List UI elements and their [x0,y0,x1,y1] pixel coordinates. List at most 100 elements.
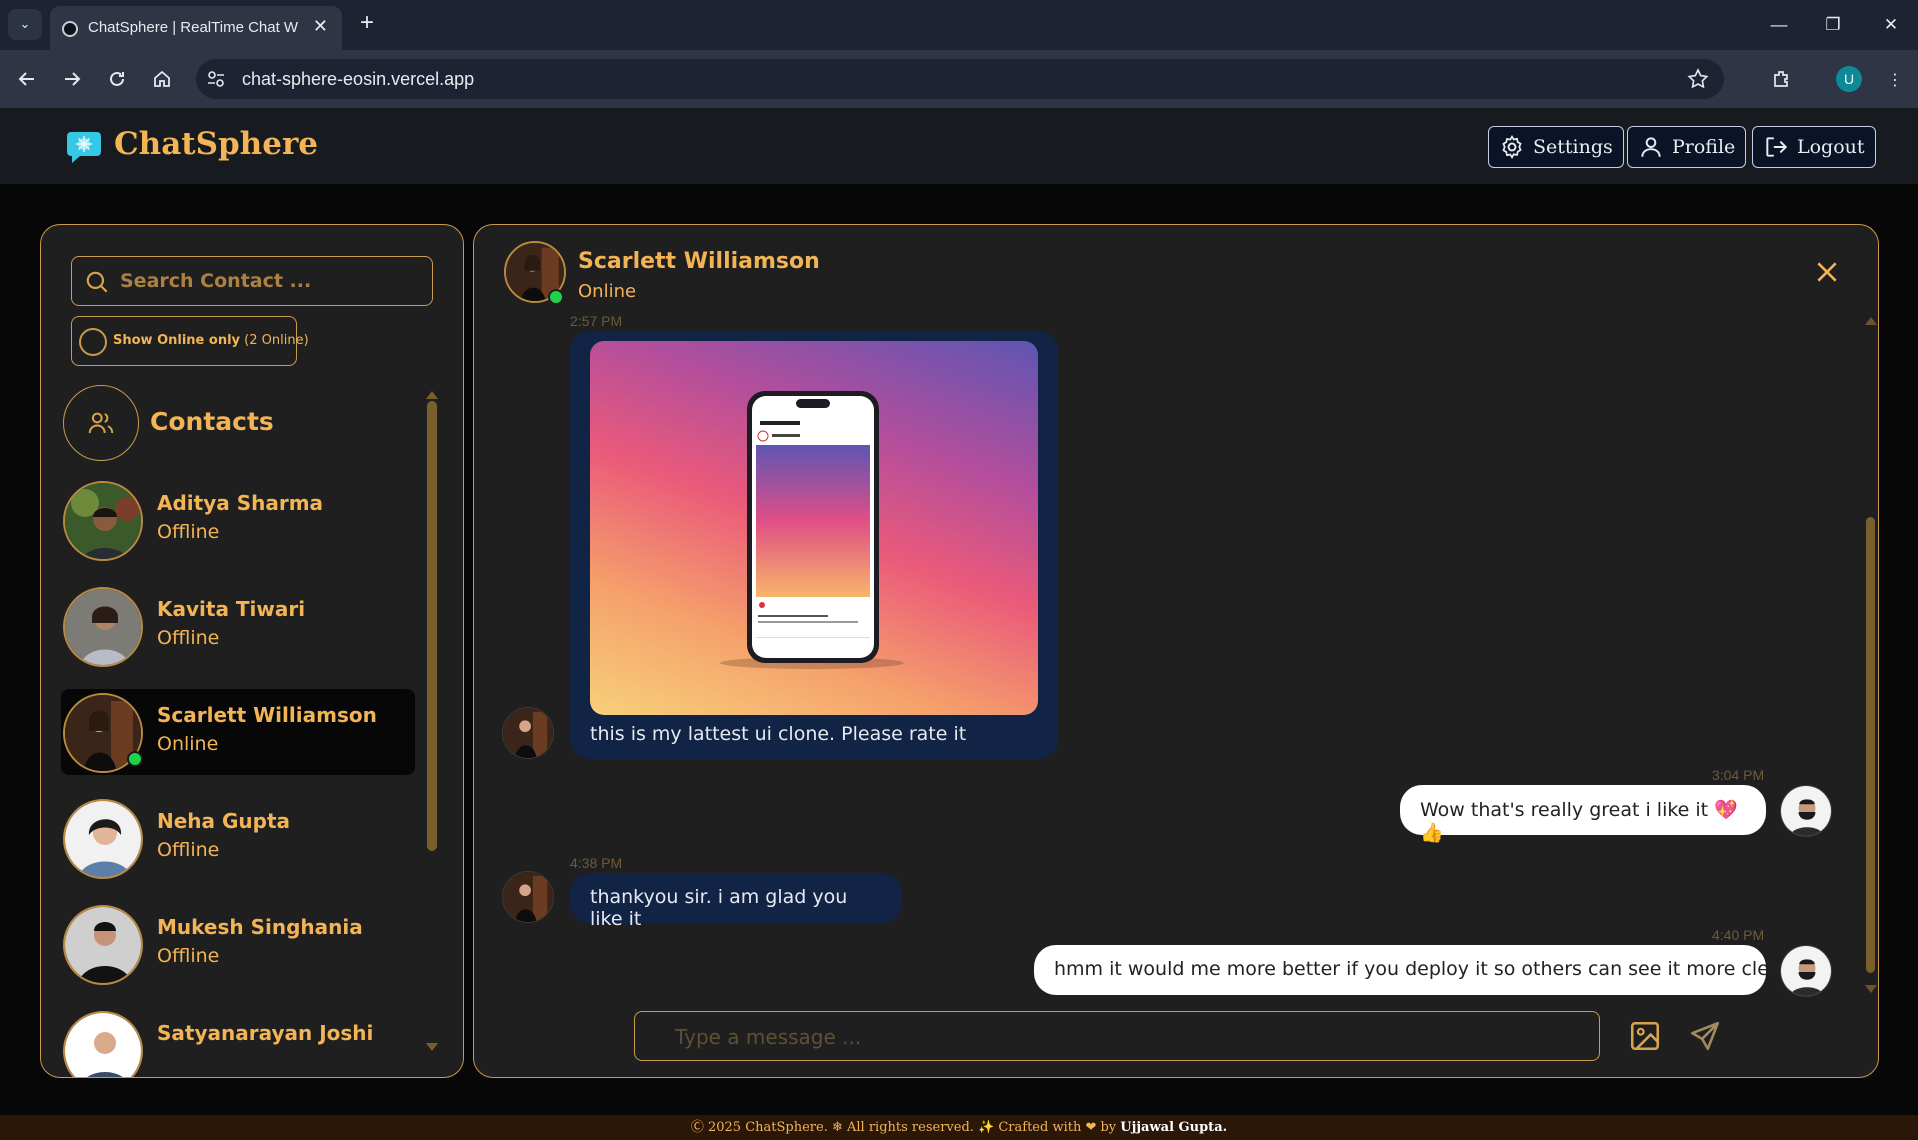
my-avatar [1780,785,1832,837]
logout-button[interactable]: Logout [1752,126,1876,168]
gear-icon [1502,135,1522,159]
online-indicator [127,751,143,767]
browser-tab-strip: ⌄ ChatSphere | RealTime Chat With ✕ + — … [0,0,1918,50]
scroll-up-icon[interactable] [426,391,438,399]
forward-icon[interactable] [57,64,87,94]
url-text: chat-sphere-eosin.vercel.app [242,69,475,89]
contact-name: Aditya Sharma [157,491,324,515]
avatar [63,905,143,985]
sidebar-scrollbar[interactable] [427,401,437,851]
chat-panel: Scarlett Williamson Online 2:57 PM this … [473,224,1879,1078]
contacts-title: Contacts [150,407,274,436]
contact-status: Online [157,733,219,755]
browser-profile-avatar[interactable]: U [1836,66,1862,92]
contact-item-active[interactable]: Scarlett Williamson Online [61,689,415,775]
incoming-message: this is my lattest ui clone. Please rate… [570,331,1058,759]
avatar [63,481,143,561]
contact-status: Offline [157,945,220,967]
scroll-down-icon[interactable] [426,1043,438,1051]
settings-button[interactable]: Settings [1488,126,1624,168]
contacts-heading: Contacts [63,385,363,461]
contact-status: Offline [157,521,220,543]
sender-avatar [502,707,554,759]
outgoing-message: Wow that's really great i like it 💖 👍 [1400,785,1766,844]
message-text: this is my lattest ui clone. Please rate… [590,723,967,745]
image-upload-icon[interactable] [1628,1019,1662,1053]
logout-label: Logout [1797,136,1865,158]
contact-item[interactable]: Mukesh Singhania Offline [61,901,415,987]
tab-title: ChatSphere | RealTime Chat With [88,19,298,36]
contact-name: Scarlett Williamson [157,703,377,727]
window-close-icon[interactable]: ✕ [1876,10,1906,40]
avatar [63,799,143,879]
footer: Ⓒ 2025 ChatSphere. ❄ All rights reserved… [0,1115,1918,1140]
app-header: ChatSphere Settings Profile Logout [0,108,1918,184]
search-icon [86,271,108,293]
online-indicator [548,289,564,305]
toggle-radio-icon[interactable] [79,328,107,356]
message-text: hmm it would me more better if you deplo… [1054,958,1805,980]
contact-item[interactable]: Satyanarayan Joshi [61,1007,415,1077]
search-contact-input[interactable]: Search Contact ... [71,256,433,306]
close-chat-icon[interactable] [1814,259,1840,285]
incoming-message: thankyou sir. i am glad you like it [570,873,902,930]
message-time: 3:04 PM [1712,767,1765,783]
contact-item[interactable]: Aditya Sharma Offline [61,477,415,563]
footer-text: Ⓒ 2025 ChatSphere. ❄ All rights reserved… [690,1120,1121,1135]
profile-label: Profile [1672,136,1736,158]
send-icon[interactable] [1688,1019,1722,1053]
contact-name: Neha Gupta [157,809,291,833]
users-icon [63,385,139,461]
settings-label: Settings [1533,136,1613,158]
chat-contact-name: Scarlett Williamson [578,249,820,274]
bookmark-star-icon[interactable] [1686,67,1710,91]
minimize-icon[interactable]: — [1764,10,1794,40]
browser-tab[interactable]: ChatSphere | RealTime Chat With ✕ [50,6,342,50]
reload-icon[interactable] [102,64,132,94]
chat-scrollbar[interactable] [1866,517,1875,973]
tab-favicon-icon [62,21,78,37]
address-bar[interactable]: chat-sphere-eosin.vercel.app [196,59,1724,99]
search-placeholder: Search Contact ... [120,270,312,292]
avatar [63,587,143,667]
contact-name: Mukesh Singhania [157,915,363,939]
contact-item[interactable]: Kavita Tiwari Offline [61,583,415,669]
message-image[interactable] [590,341,1038,715]
chat-scroll-down-icon[interactable] [1865,985,1877,993]
site-info-icon[interactable] [206,69,226,89]
message-time: 2:57 PM [570,313,623,329]
profile-button[interactable]: Profile [1627,126,1747,168]
browser-toolbar: chat-sphere-eosin.vercel.app U ⋮ [0,50,1918,108]
contact-status: Offline [157,839,220,861]
user-icon [1641,137,1661,157]
contact-name: Satyanarayan Joshi [157,1021,374,1045]
sender-avatar [502,871,554,923]
brand-name: ChatSphere [114,126,318,162]
message-time: 4:40 PM [1712,927,1765,943]
contact-name: Kavita Tiwari [157,597,306,621]
extensions-icon[interactable] [1767,64,1797,94]
message-input[interactable]: Type a message ... [634,1011,1600,1061]
back-icon[interactable] [12,64,42,94]
contact-status: Offline [157,627,220,649]
show-online-toggle[interactable]: Show Online only (2 Online) [71,316,309,366]
home-icon[interactable] [147,64,177,94]
chat-scroll-up-icon[interactable] [1865,317,1877,325]
browser-menu-icon[interactable]: ⋮ [1880,64,1910,94]
message-time: 4:38 PM [570,855,623,871]
outgoing-message: hmm it would me more better if you deplo… [1034,945,1805,995]
tab-close-icon[interactable]: ✕ [313,16,328,37]
contacts-sidebar: Search Contact ... Show Online only (2 O… [40,224,464,1078]
tab-search-button[interactable]: ⌄ [8,9,42,40]
chat-bubble-logo-icon [67,132,101,163]
chatsphere-app: ChatSphere Settings Profile Logout Searc… [0,108,1918,1140]
my-avatar [1780,945,1832,997]
restore-icon[interactable]: ❐ [1818,10,1848,40]
toggle-label: Show Online only (2 Online) [113,333,309,348]
toggle-label-text: Show Online only [113,333,241,348]
new-tab-button[interactable]: + [352,8,382,38]
message-placeholder: Type a message ... [675,1025,862,1049]
message-text: thankyou sir. i am glad you like it [590,886,848,930]
contact-item[interactable]: Neha Gupta Offline [61,795,415,881]
chat-contact-status: Online [578,281,637,302]
